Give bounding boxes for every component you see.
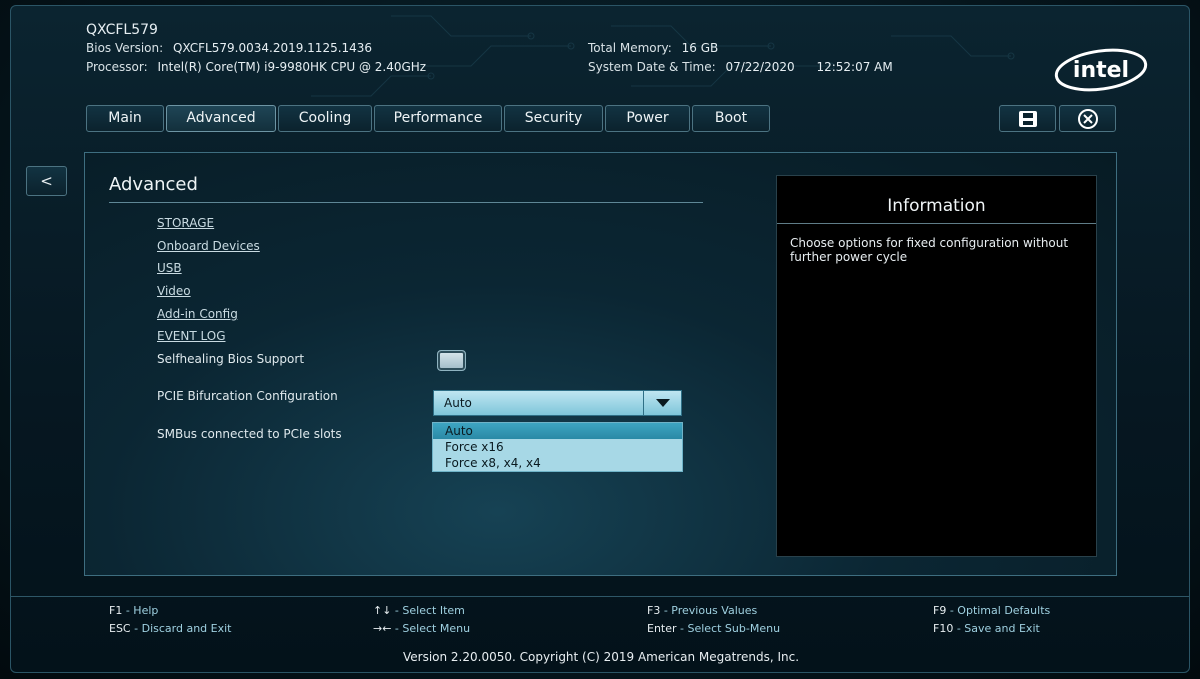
advanced-panel: Advanced STORAGE Onboard Devices USB Vid… <box>84 152 1117 576</box>
tab-main[interactable]: Main <box>86 105 164 132</box>
system-time: 12:52:07 AM <box>816 60 893 74</box>
option-force-x16[interactable]: Force x16 <box>433 439 682 455</box>
exit-button[interactable] <box>1059 105 1116 132</box>
key-separator: - <box>130 622 142 635</box>
key-name: Enter <box>647 622 677 635</box>
bios-version-row: Bios Version: QXCFL579.0034.2019.1125.14… <box>86 41 372 55</box>
key-separator: - <box>676 622 688 635</box>
key-separator: - <box>660 604 672 617</box>
processor-value: Intel(R) Core(TM) i9-9980HK CPU @ 2.40GH… <box>157 60 427 74</box>
key-separator: - <box>953 622 965 635</box>
footer-divider <box>11 596 1189 597</box>
menu-link-storage[interactable]: STORAGE <box>157 216 214 230</box>
bios-version-value: QXCFL579.0034.2019.1125.1436 <box>172 41 373 55</box>
smbus-label: SMBus connected to PCIe slots <box>157 427 342 441</box>
key-hint-select-item: ↑↓ - Select Item <box>373 604 465 617</box>
menu-link-event-log[interactable]: EVENT LOG <box>157 329 226 343</box>
intel-logo-text: intel <box>1073 58 1129 83</box>
menu-link-onboard-devices[interactable]: Onboard Devices <box>157 239 260 253</box>
tab-security[interactable]: Security <box>504 105 603 132</box>
information-panel: Information Choose options for fixed con… <box>776 175 1097 557</box>
tab-advanced[interactable]: Advanced <box>166 105 276 132</box>
menu-link-add-in-config[interactable]: Add-in Config <box>157 307 238 321</box>
option-force-x8-x4-x4[interactable]: Force x8, x4, x4 <box>433 455 682 471</box>
information-divider <box>777 223 1096 224</box>
tab-power[interactable]: Power <box>605 105 690 132</box>
key-action: Select Item <box>402 604 465 617</box>
tab-performance[interactable]: Performance <box>374 105 502 132</box>
panel-title: Advanced <box>109 174 198 195</box>
total-memory-row: Total Memory: 16 GB <box>588 41 718 55</box>
key-separator: - <box>946 604 958 617</box>
menu-link-usb[interactable]: USB <box>157 261 182 275</box>
version-text: Version 2.20.0050. Copyright (C) 2019 Am… <box>402 650 800 664</box>
key-hint-f3: F3 - Previous Values <box>647 604 757 617</box>
system-date: 07/22/2020 <box>725 60 795 74</box>
back-button[interactable]: < <box>26 166 67 196</box>
key-separator: - <box>122 604 134 617</box>
bios-version-label: Bios Version: <box>86 41 164 55</box>
key-hint-f1: F1 - Help <box>109 604 158 617</box>
bios-frame: QXCFL579 Bios Version: QXCFL579.0034.201… <box>10 5 1190 673</box>
key-hint-enter: Enter - Select Sub-Menu <box>647 622 780 635</box>
total-memory-label: Total Memory: <box>588 41 672 55</box>
key-hint-select-menu: →← - Select Menu <box>373 622 470 635</box>
key-name: →← <box>373 622 392 635</box>
bios-screen: QXCFL579 Bios Version: QXCFL579.0034.201… <box>0 0 1200 679</box>
close-circle-icon <box>1077 108 1098 129</box>
key-action: Save and Exit <box>964 622 1040 635</box>
information-title: Information <box>887 196 986 216</box>
system-datetime-label: System Date & Time: <box>588 60 716 74</box>
key-separator: - <box>391 622 403 635</box>
key-name: F9 <box>933 604 947 617</box>
key-name: F3 <box>647 604 661 617</box>
information-text: Choose options for fixed configuration w… <box>790 236 1069 264</box>
key-separator: - <box>391 604 403 617</box>
menu-link-video[interactable]: Video <box>157 284 191 298</box>
total-memory-value: 16 GB <box>681 41 719 55</box>
intel-logo: intel <box>1054 48 1148 92</box>
save-icon <box>1018 110 1037 127</box>
pcie-bifurcation-label: PCIE Bifurcation Configuration <box>157 389 338 403</box>
selfhealing-checkbox[interactable] <box>437 350 466 371</box>
key-name: F1 <box>109 604 123 617</box>
selfhealing-label: Selfhealing Bios Support <box>157 352 305 366</box>
key-action: Select Sub-Menu <box>687 622 781 635</box>
tab-boot[interactable]: Boot <box>692 105 770 132</box>
pcie-bifurcation-value: Auto <box>444 396 472 410</box>
key-action: Help <box>133 604 159 617</box>
key-hint-f9: F9 - Optimal Defaults <box>933 604 1050 617</box>
option-auto[interactable]: Auto <box>433 423 682 439</box>
processor-label: Processor: <box>86 60 148 74</box>
key-name: ESC <box>109 622 131 635</box>
title-divider <box>109 202 703 203</box>
key-name: ↑↓ <box>373 604 392 617</box>
system-name: QXCFL579 <box>86 22 158 38</box>
save-button[interactable] <box>999 105 1056 132</box>
key-action: Optimal Defaults <box>957 604 1051 617</box>
pcie-dropdown-list: Auto Force x16 Force x8, x4, x4 <box>432 422 683 472</box>
chevron-down-icon <box>655 399 670 407</box>
system-datetime-row: System Date & Time: 07/22/2020 12:52:07 … <box>588 60 893 74</box>
processor-row: Processor: Intel(R) Core(TM) i9-9980HK C… <box>86 60 426 74</box>
key-action: Previous Values <box>671 604 758 617</box>
key-hint-f10: F10 - Save and Exit <box>933 622 1040 635</box>
key-action: Select Menu <box>402 622 471 635</box>
key-name: F10 <box>933 622 954 635</box>
key-hint-esc: ESC - Discard and Exit <box>109 622 231 635</box>
tab-cooling[interactable]: Cooling <box>278 105 372 132</box>
key-action: Discard and Exit <box>141 622 232 635</box>
dropdown-arrow[interactable] <box>643 391 681 415</box>
pcie-bifurcation-select[interactable]: Auto <box>433 390 682 416</box>
